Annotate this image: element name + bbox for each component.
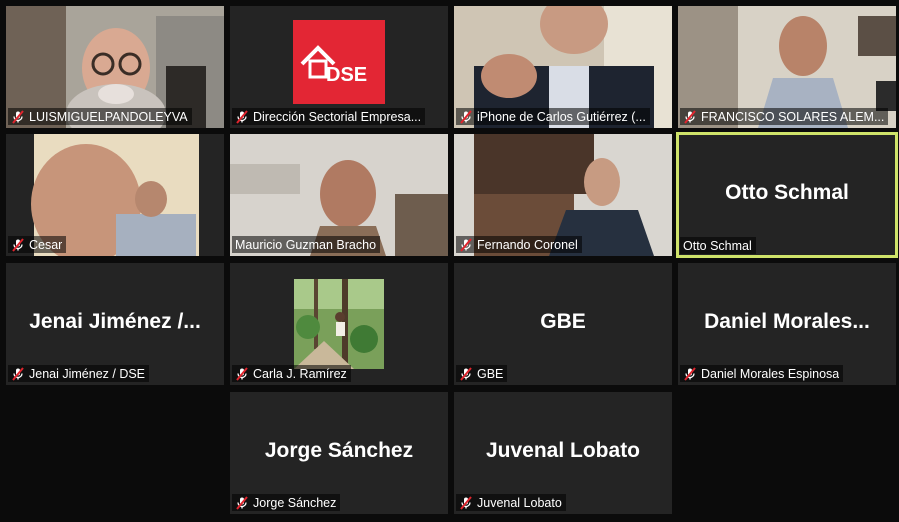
participant-name-label: Juvenal Lobato [456, 494, 566, 511]
participant-name-label: Jorge Sánchez [232, 494, 341, 511]
participant-name-label: Dirección Sectorial Empresa... [232, 108, 426, 125]
participant-tile-jenai-jimenez[interactable]: Jenai Jiménez /... Jenai Jiménez / DSE [6, 263, 224, 385]
muted-mic-icon [459, 495, 473, 510]
participant-display-name: GBE [540, 310, 586, 334]
participant-name: Jorge Sánchez [253, 495, 337, 510]
muted-mic-icon [459, 366, 473, 381]
muted-mic-icon [683, 109, 697, 124]
profile-photo [294, 279, 384, 369]
participant-display-name: Jorge Sánchez [264, 439, 414, 463]
participant-display-name: Jenai Jiménez /... [29, 310, 201, 334]
muted-mic-icon [11, 237, 25, 252]
muted-mic-icon [11, 109, 25, 124]
participant-tile-cesar[interactable]: Cesar [6, 134, 224, 256]
participant-name: LUISMIGUELPANDOLEYVA [29, 109, 188, 124]
participant-name-label: Otto Schmal [680, 237, 756, 254]
muted-mic-icon [459, 237, 473, 252]
participant-name-label: Daniel Morales Espinosa [680, 365, 844, 382]
participant-tile-juvenal-lobato[interactable]: Juvenal Lobato Juvenal Lobato [454, 392, 672, 514]
participant-display-name: Otto Schmal [725, 181, 849, 205]
participant-tile-jorge-sanchez[interactable]: Jorge Sánchez Jorge Sánchez [230, 392, 448, 514]
participant-name: Otto Schmal [683, 238, 752, 253]
participant-tile-mauricio-guzman[interactable]: Mauricio Guzman Bracho [230, 134, 448, 256]
muted-mic-icon [235, 366, 249, 381]
participant-name: GBE [477, 366, 504, 381]
participant-name-label: iPhone de Carlos Gutiérrez (... [456, 108, 650, 125]
participant-name-label: FRANCISCO SOLARES ALEM... [680, 108, 889, 125]
participant-tile-carla-ramirez[interactable]: Carla J. Ramírez [230, 263, 448, 385]
dse-logo: DSE [326, 64, 367, 86]
participant-tile-luismiguel[interactable]: LUISMIGUELPANDOLEYVA [6, 6, 224, 128]
participant-name: Jenai Jiménez / DSE [29, 366, 146, 381]
participant-name: FRANCISCO SOLARES ALEM... [701, 109, 885, 124]
participant-name-label: Mauricio Guzman Bracho [232, 236, 381, 253]
participant-name-label: Carla J. Ramírez [232, 365, 351, 382]
participant-tile-daniel-morales[interactable]: Daniel Morales... Daniel Morales Espinos… [678, 263, 896, 385]
participant-tile-fernando-coronel[interactable]: Fernando Coronel [454, 134, 672, 256]
participant-display-name: Daniel Morales... [704, 310, 870, 334]
participant-name: Carla J. Ramírez [253, 366, 347, 381]
gallery-view: LUISMIGUELPANDOLEYVA DSE Dirección Secto… [0, 0, 899, 522]
participant-name: Juvenal Lobato [477, 495, 562, 510]
participant-tile-francisco-solares[interactable]: FRANCISCO SOLARES ALEM... [678, 6, 896, 128]
muted-mic-icon [459, 109, 473, 124]
participant-display-name: Juvenal Lobato [485, 439, 641, 463]
participant-name: Cesar [29, 237, 63, 252]
participant-name: Dirección Sectorial Empresa... [253, 109, 422, 124]
participant-tile-direccion-sectorial[interactable]: DSE Dirección Sectorial Empresa... [230, 6, 448, 128]
muted-mic-icon [235, 495, 249, 510]
participant-tile-carlos-gutierrez[interactable]: iPhone de Carlos Gutiérrez (... [454, 6, 672, 128]
participant-name: Fernando Coronel [477, 237, 578, 252]
participant-name: Mauricio Guzman Bracho [235, 237, 377, 252]
participant-name-label: Fernando Coronel [456, 236, 582, 253]
participant-tile-gbe[interactable]: GBE GBE [454, 263, 672, 385]
muted-mic-icon [11, 366, 25, 381]
participant-name: Daniel Morales Espinosa [701, 366, 840, 381]
participant-name: iPhone de Carlos Gutiérrez (... [477, 109, 646, 124]
participant-tile-otto-schmal[interactable]: Otto Schmal Otto Schmal [676, 132, 898, 258]
muted-mic-icon [683, 366, 697, 381]
participant-name-label: LUISMIGUELPANDOLEYVA [8, 108, 192, 125]
participant-name-label: GBE [456, 365, 508, 382]
participant-name-label: Jenai Jiménez / DSE [8, 365, 150, 382]
participant-name-label: Cesar [8, 236, 67, 253]
muted-mic-icon [235, 109, 249, 124]
